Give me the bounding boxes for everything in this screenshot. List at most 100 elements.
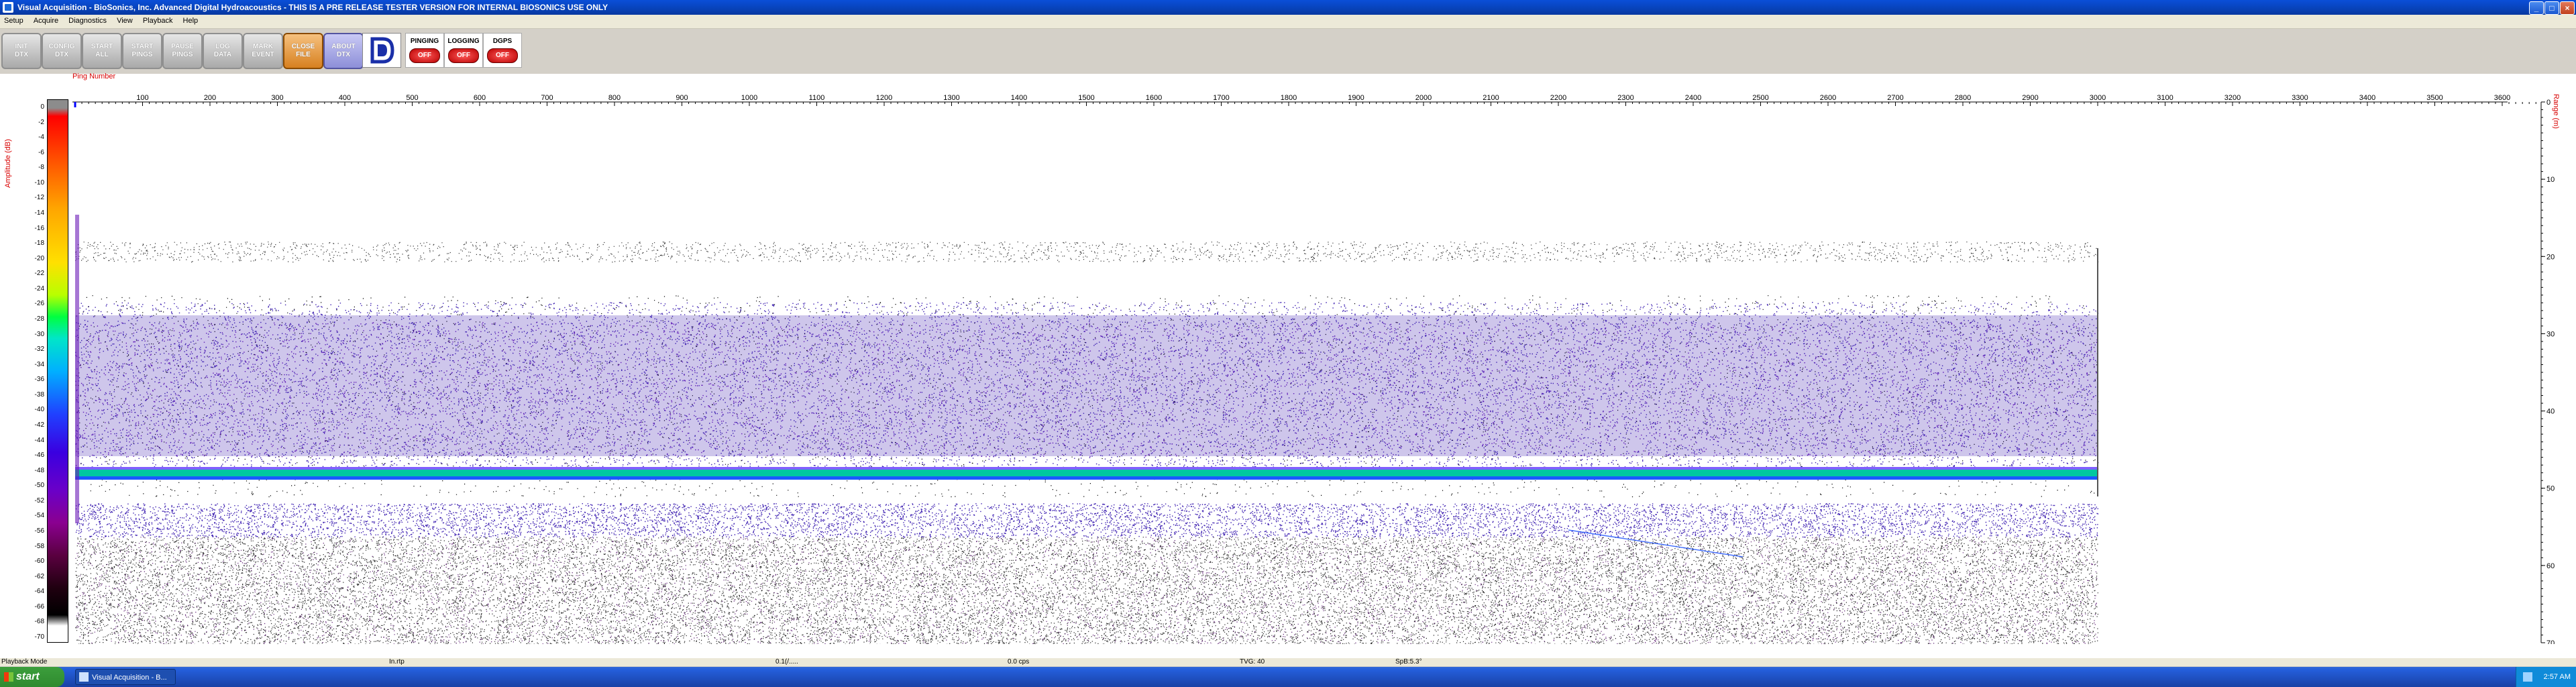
ping-tick-label: 3500: [2426, 94, 2443, 102]
amplitude-tick: -42: [34, 421, 44, 429]
ping-tick-label: 2400: [1685, 94, 1701, 102]
range-tick-label: 40: [2546, 408, 2555, 416]
pause-pings-button[interactable]: PAUSE PINGS: [162, 33, 203, 69]
amplitude-tick: -68: [34, 618, 44, 626]
amplitude-tick: -64: [34, 588, 44, 596]
ping-tick-label: 1500: [1078, 94, 1094, 102]
amplitude-tick: -22: [34, 270, 44, 278]
ping-tick-label: 1800: [1281, 94, 1297, 102]
amplitude-tick: -52: [34, 496, 44, 505]
status-tvg: TVG: 40: [1240, 658, 1265, 666]
amplitude-tick: -46: [34, 452, 44, 460]
range-axis-label: Range (m): [2552, 94, 2560, 129]
amplitude-tick: -28: [34, 315, 44, 323]
menu-help[interactable]: Help: [179, 15, 203, 27]
bottom-echo-lower: [75, 476, 2098, 480]
echogram-display[interactable]: Amplitude (dB) 0 -2 -4 -6 -8 -10 -12 -14 -16 -18 -…: [0, 72, 2576, 657]
clock: 2:57 AM: [2543, 673, 2571, 681]
range-tick-label: 10: [2546, 176, 2555, 184]
echogram-plot[interactable]: 100 200 300 400 500 600 700 800 900 1000 1100 1200 1…: [72, 94, 2555, 644]
ping-tick-label: 1400: [1011, 94, 1027, 102]
close-button[interactable]: ×: [2560, 1, 2575, 15]
range-tick-label: 70.0: [2546, 639, 2555, 644]
amplitude-tick: -66: [34, 602, 44, 611]
bottom-echo-top: [75, 467, 2098, 470]
menu-playback[interactable]: Playback: [139, 15, 177, 27]
range-tick-label: 0: [2546, 99, 2551, 107]
menu-diagnostics[interactable]: Diagnostics: [64, 15, 111, 27]
amplitude-tick: -36: [34, 376, 44, 384]
pinging-label: PINGING: [410, 38, 439, 45]
amplitude-tick: -60: [34, 558, 44, 566]
dgps-state: OFF: [487, 48, 518, 63]
init-dtx-button[interactable]: INIT DTX: [1, 33, 42, 69]
taskbar-item-visual-acquisition[interactable]: Visual Acquisition - B...: [75, 669, 176, 685]
ping-tick-label: 800: [608, 94, 621, 102]
system-tray: 2:57 AM: [2516, 667, 2576, 687]
tray-network-icon[interactable]: [2523, 672, 2532, 682]
logging-state: OFF: [448, 48, 479, 63]
amplitude-tick: -48: [34, 466, 44, 474]
logging-label: LOGGING: [447, 38, 480, 45]
range-tick-label: 60: [2546, 562, 2555, 570]
biosonics-logo-icon: [362, 33, 401, 68]
start-all-button[interactable]: START ALL: [82, 33, 122, 69]
range-tick-label: 20: [2546, 253, 2555, 261]
menu-setup[interactable]: Setup: [0, 15, 28, 27]
mark-event-button[interactable]: MARK EVENT: [243, 33, 283, 69]
ping-tick-label: 2500: [1752, 94, 1768, 102]
ping-tick-label: 400: [339, 94, 351, 102]
amplitude-tick: -32: [34, 346, 44, 354]
ping-tick-label: 1000: [741, 94, 757, 102]
amplitude-tick: -24: [34, 284, 44, 293]
pinging-indicator: PINGING OFF: [405, 33, 444, 68]
ping-tick-label: 1700: [1213, 94, 1229, 102]
ping-tick-label: 1900: [1348, 94, 1364, 102]
about-dtx-button[interactable]: ABOUT DTX: [323, 33, 364, 69]
amplitude-axis-label: Amplitude (dB): [4, 139, 12, 188]
amplitude-tick: -16: [34, 224, 44, 232]
ping-tick-label: 3000: [2090, 94, 2106, 102]
amplitude-tick: -54: [34, 512, 44, 520]
amplitude-tick: -8: [38, 164, 44, 172]
pinging-state: OFF: [409, 48, 440, 63]
ping-tick-label: 2100: [1483, 94, 1499, 102]
amplitude-tick: -6: [38, 148, 44, 156]
ping-tick-label: 500: [406, 94, 418, 102]
start-pings-button[interactable]: START PINGS: [122, 33, 162, 69]
minimize-button[interactable]: _: [2529, 1, 2544, 15]
start-button[interactable]: start: [0, 667, 64, 687]
ping-tick-label: 3400: [2359, 94, 2375, 102]
ping-tick-label: 2600: [1820, 94, 1836, 102]
ping-tick-label: 2700: [1887, 94, 1903, 102]
amplitude-tick: 0: [40, 103, 44, 111]
log-data-button[interactable]: LOG DATA: [203, 33, 243, 69]
amplitude-tick: -14: [34, 209, 44, 217]
amplitude-tick: -40: [34, 406, 44, 414]
config-dtx-button[interactable]: CONFIG DTX: [42, 33, 82, 69]
amplitude-tick: -58: [34, 542, 44, 550]
amplitude-tick: -20: [34, 254, 44, 262]
menu-view[interactable]: View: [113, 15, 137, 27]
amplitude-tick: -18: [34, 240, 44, 248]
ping-tick-label: 3100: [2157, 94, 2173, 102]
windows-flag-icon: [4, 672, 13, 682]
ping-tick-label: 3300: [2292, 94, 2308, 102]
menu-acquire[interactable]: Acquire: [30, 15, 62, 27]
ping-tick-label: 1600: [1146, 94, 1162, 102]
status-file: In.rtp: [389, 658, 405, 666]
amplitude-tick: -44: [34, 436, 44, 444]
app-window-icon: [79, 672, 89, 682]
ping-tick-label: 600: [474, 94, 486, 102]
title-bar[interactable]: Visual Acquisition - BioSonics, Inc. Adv…: [0, 0, 2576, 15]
maximize-button[interactable]: □: [2544, 1, 2559, 15]
amplitude-tick: -12: [34, 194, 44, 202]
close-file-button[interactable]: CLOSE FILE: [283, 33, 323, 69]
ping-tick-label: 2900: [2022, 94, 2038, 102]
amplitude-colorbar: [47, 99, 68, 643]
status-bar: Playback Mode In.rtp 0.1(/..... 0.0 cps …: [0, 657, 2576, 666]
status-cps: 0.0 cps: [1008, 658, 1030, 666]
dgps-label: DGPS: [492, 38, 513, 45]
fish-trace: [1568, 529, 1743, 558]
ping-tick-label: 100: [136, 94, 148, 102]
